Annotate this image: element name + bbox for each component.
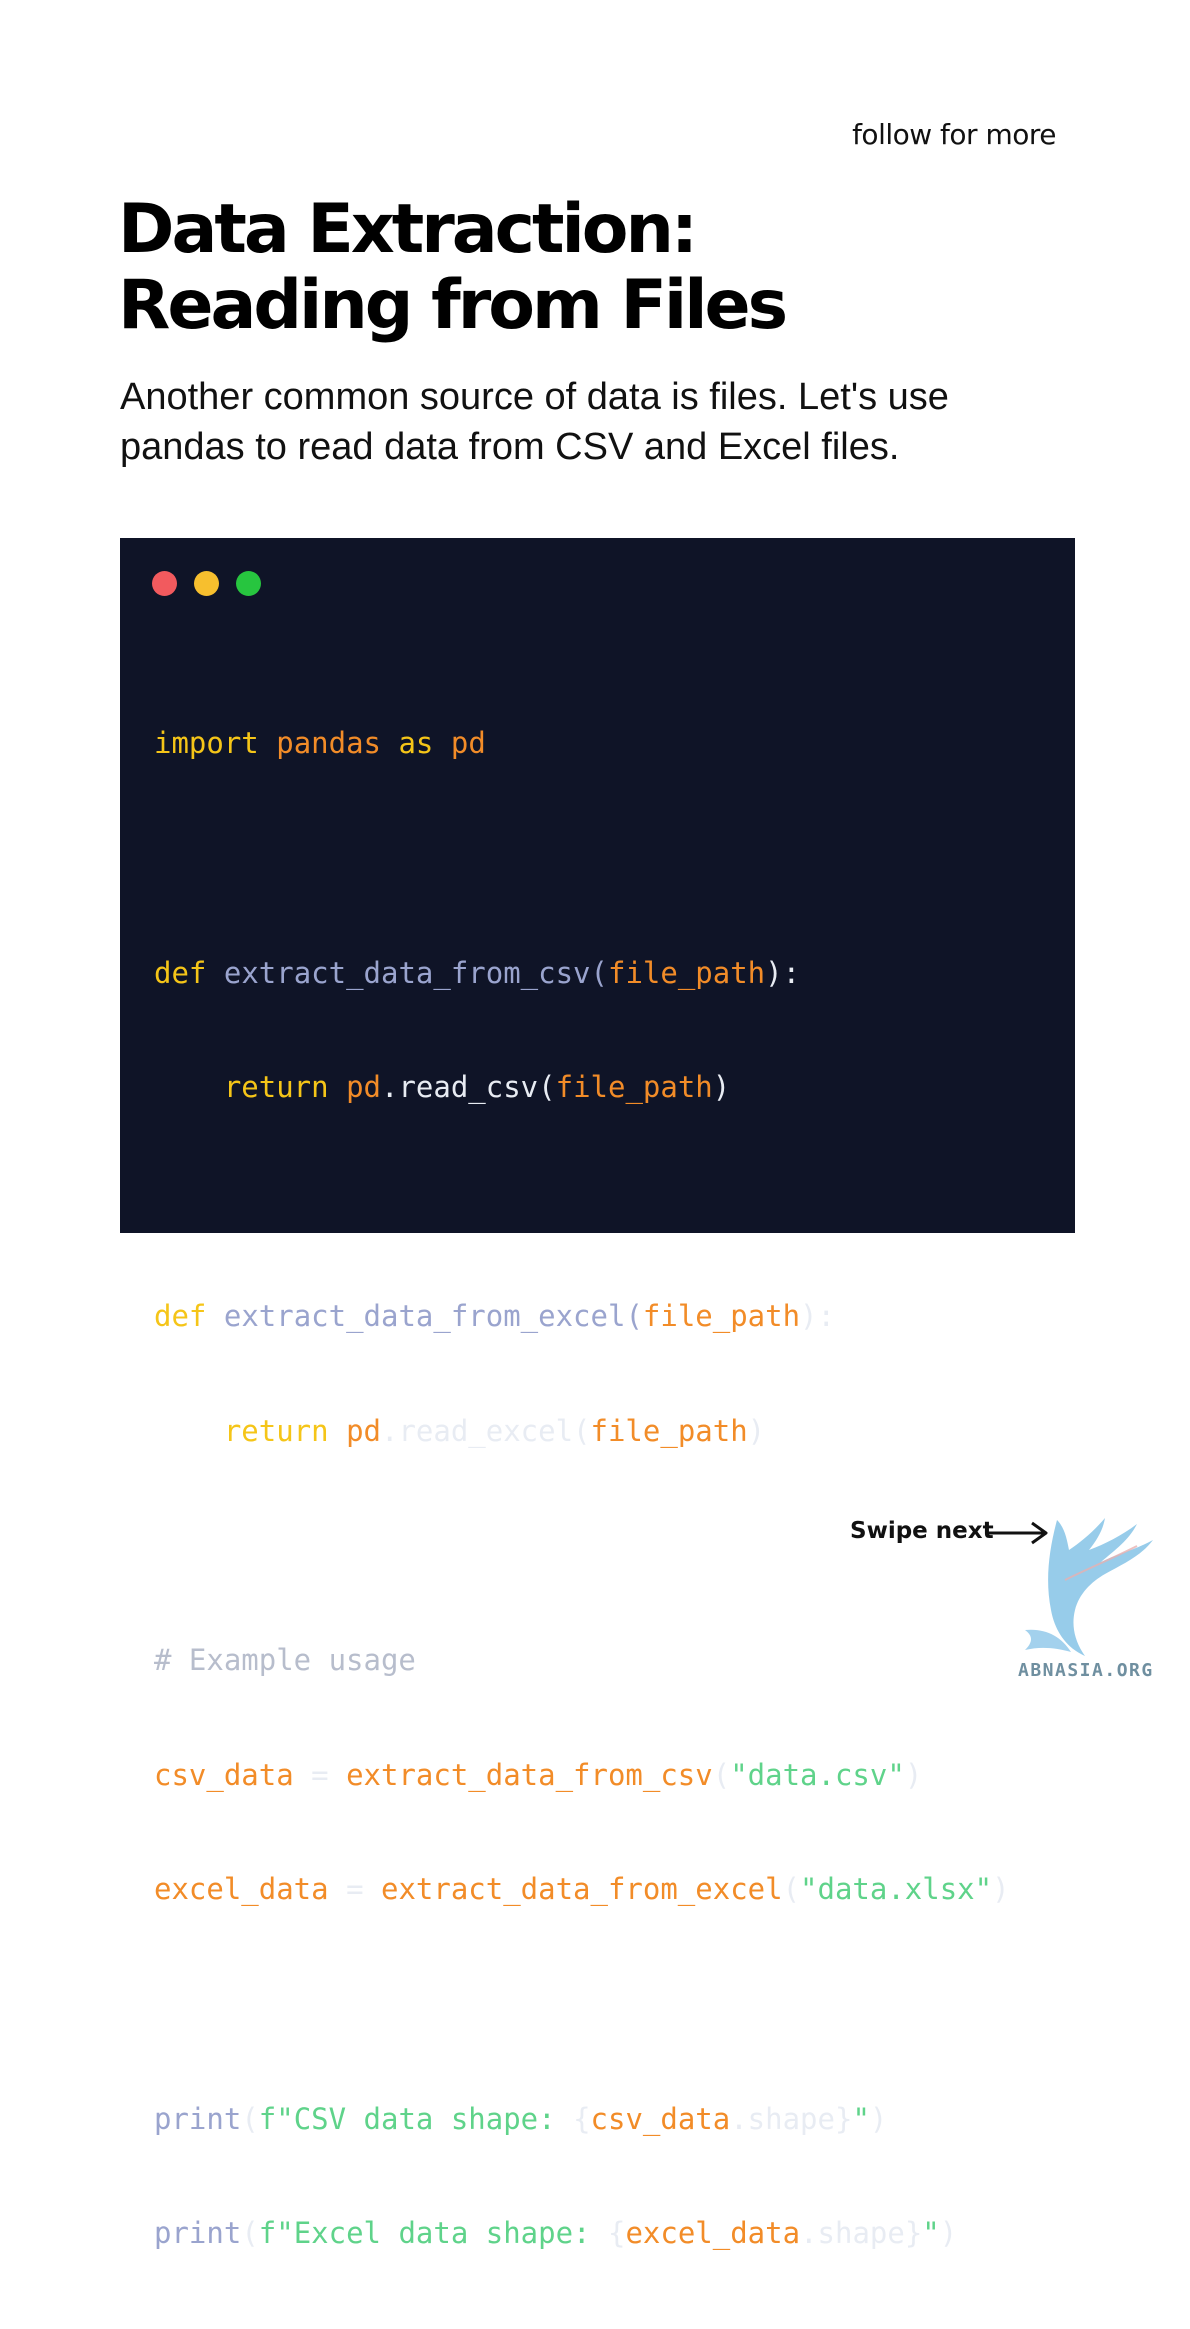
title-line-1: Data Extraction:	[118, 190, 698, 269]
punctuation-token: {	[573, 2101, 591, 2136]
swipe-next-label[interactable]: Swipe next	[850, 1518, 994, 1544]
code-block: import pandas as pd def extract_data_fro…	[154, 648, 1010, 2329]
punctuation-token: (	[782, 1872, 801, 1907]
string-token: "	[852, 2101, 870, 2136]
window-close-dot[interactable]	[152, 571, 177, 596]
variable-token: excel_data	[154, 1872, 329, 1907]
logo-text: ABNASIA.ORG	[1018, 1660, 1154, 1681]
punctuation-token: )	[939, 2216, 958, 2251]
punctuation-token: {	[607, 2216, 626, 2251]
keyword-token: import	[154, 726, 259, 761]
string-token: "data.csv"	[730, 1757, 905, 1792]
code-line-14: print(f"Excel data shape: {excel_data.sh…	[154, 2214, 1010, 2252]
parameter-token: file_path	[642, 1299, 801, 1334]
page-title: Data Extraction: Reading from Files	[118, 190, 788, 345]
parameter-token: file_path	[590, 1413, 748, 1448]
keyword-token: return	[223, 1413, 329, 1448]
module-token: pandas	[276, 726, 381, 761]
punctuation-token: )	[712, 1070, 731, 1105]
method-call-token: .read_csv(	[381, 1070, 556, 1105]
string-token: "	[922, 2216, 940, 2251]
function-name-token: extract_data_from_excel	[223, 1299, 626, 1334]
window-minimize-dot[interactable]	[194, 571, 219, 596]
variable-token: excel_data	[625, 2216, 801, 2251]
function-call-token: extract_data_from_excel	[381, 1872, 783, 1907]
operator-token: =	[328, 1872, 381, 1907]
builtin-token: print	[154, 2216, 242, 2251]
function-call-token: extract_data_from_csv	[346, 1757, 713, 1792]
variable-token: csv_data	[154, 1757, 294, 1792]
code-line-7: return pd.read_excel(file_path)	[154, 1412, 1010, 1450]
string-token: "data.xlsx"	[800, 1872, 993, 1907]
intro-line-2: pandas to read data from CSV and Excel f…	[120, 426, 900, 468]
code-line-1: import pandas as pd	[154, 724, 1010, 762]
window-maximize-dot[interactable]	[236, 571, 261, 596]
comment-token: # Example usage	[154, 1643, 416, 1678]
title-line-2: Reading from Files	[118, 266, 788, 345]
keyword-token: as	[398, 726, 434, 761]
follow-for-more-text[interactable]: follow for more	[852, 118, 1056, 151]
punctuation-token: (	[712, 1757, 731, 1792]
punctuation-token: (	[241, 2216, 259, 2251]
operator-token: =	[293, 1757, 347, 1792]
punctuation-token: (	[625, 1299, 643, 1334]
variable-token: csv_data	[590, 2101, 731, 2136]
string-token: f"CSV data shape:	[258, 2101, 574, 2136]
punctuation-token: )	[904, 1757, 923, 1792]
code-line-4: return pd.read_csv(file_path)	[154, 1068, 1010, 1106]
keyword-token: def	[154, 955, 207, 990]
intro-paragraph: Another common source of data is files. …	[120, 372, 1080, 472]
code-line-10: csv_data = extract_data_from_csv("data.c…	[154, 1756, 1010, 1794]
code-line-6: def extract_data_from_excel(file_path):	[154, 1297, 1010, 1335]
code-window: import pandas as pd def extract_data_fro…	[120, 538, 1075, 2250]
punctuation-token: ):	[765, 955, 801, 990]
punctuation-token: )	[869, 2101, 888, 2136]
string-token: f"Excel data shape:	[258, 2216, 608, 2251]
alias-token: pd	[346, 1070, 381, 1105]
code-line-13: print(f"CSV data shape: {csv_data.shape}…	[154, 2100, 1010, 2138]
function-name-token: extract_data_from_csv	[223, 955, 591, 990]
punctuation-token: (	[590, 955, 608, 990]
code-line-3: def extract_data_from_csv(file_path):	[154, 954, 1010, 992]
alias-token: pd	[450, 726, 486, 761]
attribute-token: .shape}	[800, 2216, 923, 2251]
code-line-11: excel_data = extract_data_from_excel("da…	[154, 1870, 1010, 1908]
intro-line-1: Another common source of data is files. …	[120, 376, 949, 418]
keyword-token: return	[223, 1070, 329, 1105]
keyword-token: def	[154, 1299, 207, 1334]
punctuation-token: )	[747, 1413, 766, 1448]
method-call-token: .read_excel(	[381, 1413, 591, 1448]
parameter-token: file_path	[555, 1070, 713, 1105]
punctuation-token: )	[992, 1872, 1010, 1907]
griffin-logo-icon	[1025, 1518, 1153, 1656]
parameter-token: file_path	[607, 955, 766, 990]
code-line-9: # Example usage	[154, 1641, 1010, 1679]
punctuation-token: ):	[800, 1299, 835, 1334]
alias-token: pd	[346, 1413, 381, 1448]
punctuation-token: (	[241, 2101, 259, 2136]
attribute-token: .shape}	[730, 2101, 853, 2136]
builtin-token: print	[154, 2101, 242, 2136]
